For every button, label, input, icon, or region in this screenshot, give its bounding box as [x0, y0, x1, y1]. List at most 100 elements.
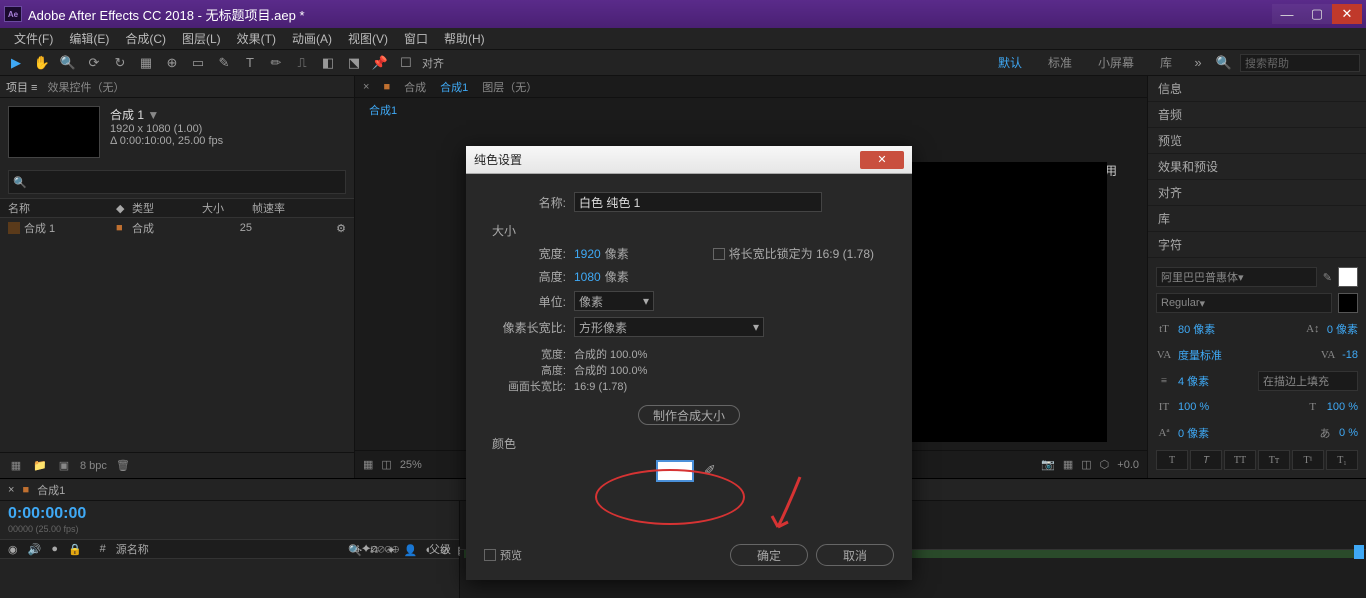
clone-tool-icon[interactable]: ⎍ [292, 53, 312, 73]
zoom-tool-icon[interactable]: 🔍 [58, 53, 78, 73]
subscript-button[interactable]: T₁ [1326, 450, 1358, 470]
puppet-tool-icon[interactable]: 📌 [370, 53, 390, 73]
comp-thumbnail[interactable] [8, 106, 100, 158]
timeline-tab-close-icon[interactable]: × [8, 484, 14, 496]
workspace-standard[interactable]: 标准 [1038, 52, 1082, 73]
shy-icon[interactable]: 👤 [404, 544, 418, 557]
project-search-input[interactable]: 🔍 [8, 170, 346, 194]
menu-comp[interactable]: 合成(C) [117, 28, 174, 49]
vscale-value[interactable]: 100 % [1178, 401, 1209, 413]
allcaps-button[interactable]: TT [1224, 450, 1256, 470]
workspace-small[interactable]: 小屏幕 [1088, 52, 1144, 73]
comp-breadcrumb[interactable]: 合成1 [369, 105, 397, 117]
eye-column-icon[interactable]: ◉ [8, 543, 18, 556]
tab-effect-controls[interactable]: 效果控件（无） [47, 79, 124, 95]
comp-panel-close-icon[interactable]: × [363, 81, 369, 93]
audio-column-icon[interactable]: 🔊 [28, 543, 42, 556]
font-style-select[interactable]: Regular▾ [1156, 293, 1332, 313]
dialog-close-button[interactable]: ✕ [860, 151, 904, 169]
search-layers-icon[interactable]: 🔍 [348, 544, 362, 557]
name-input[interactable]: 白色 纯色 1 [574, 192, 822, 212]
hand-tool-icon[interactable]: ✋ [32, 53, 52, 73]
tsume-value[interactable]: 0 % [1339, 427, 1358, 439]
current-timecode[interactable]: 0:00:00:00 [8, 505, 86, 522]
col-type[interactable]: 类型 [132, 200, 202, 216]
comp-flyout-icon[interactable]: ▼ [147, 108, 159, 122]
baseline-value[interactable]: 0 像素 [1178, 425, 1209, 441]
rotate-tool-icon[interactable]: ↻ [110, 53, 130, 73]
comp-mini-flow-icon[interactable]: ⎌ [370, 544, 379, 557]
playhead[interactable] [1354, 545, 1364, 559]
panel-align[interactable]: 对齐 [1148, 180, 1366, 206]
search-icon[interactable]: 🔍 [1214, 53, 1234, 73]
maximize-button[interactable]: ▢ [1302, 4, 1332, 24]
smallcaps-button[interactable]: Tᴛ [1258, 450, 1290, 470]
layer-tab[interactable]: 图层（无） [482, 79, 537, 95]
grid-toggle-icon[interactable]: ▦ [363, 458, 373, 471]
selection-tool-icon[interactable]: ▶ [6, 53, 26, 73]
faux-italic-button[interactable]: T [1190, 450, 1222, 470]
par-select[interactable]: 方形像素▾ [574, 317, 764, 337]
col-name[interactable]: 名称 [8, 200, 116, 216]
menu-file[interactable]: 文件(F) [6, 28, 61, 49]
panel-preview[interactable]: 预览 [1148, 128, 1366, 154]
tab-project[interactable]: 项目 ≡ [6, 79, 37, 95]
stroke-swatch[interactable] [1338, 293, 1358, 313]
label-column-icon[interactable]: 🔒 [68, 543, 82, 556]
height-value[interactable]: 1080 [574, 270, 601, 284]
leading-value[interactable]: 0 像素 [1327, 321, 1358, 337]
workspace-lib[interactable]: 库 [1150, 52, 1182, 73]
menu-help[interactable]: 帮助(H) [436, 28, 493, 49]
draft3d-icon[interactable]: ✦ [387, 544, 396, 557]
mask-toggle-icon[interactable]: ◫ [381, 458, 391, 471]
text-tool-icon[interactable]: T [240, 53, 260, 73]
color-swatch[interactable] [656, 460, 694, 482]
roto-tool-icon[interactable]: ⬔ [344, 53, 364, 73]
eraser-tool-icon[interactable]: ◧ [318, 53, 338, 73]
source-name-col[interactable]: 源名称 [116, 541, 149, 557]
exposure-value[interactable]: +0.0 [1117, 459, 1139, 471]
superscript-button[interactable]: T¹ [1292, 450, 1324, 470]
eyedropper-icon[interactable]: ✎ [1323, 271, 1332, 284]
kerning-value[interactable]: 度量标准 [1178, 347, 1222, 363]
stroke-mode-select[interactable]: 在描边上填充 [1258, 371, 1358, 391]
comp-tab-active[interactable]: 合成1 [440, 79, 468, 95]
new-comp-icon[interactable]: ▣ [56, 458, 72, 474]
label-color-icon[interactable]: ■ [116, 222, 132, 234]
search-help-input[interactable]: 搜索帮助 [1240, 54, 1360, 72]
workspace-more-icon[interactable]: » [1188, 53, 1208, 73]
panel-char[interactable]: 字符 [1148, 232, 1366, 258]
menu-anim[interactable]: 动画(A) [284, 28, 340, 49]
region-icon[interactable]: ◫ [1081, 458, 1091, 471]
3d-view-icon[interactable]: ⬡ [1100, 458, 1110, 471]
row-settings-icon[interactable]: ⚙ [336, 222, 346, 235]
close-button[interactable]: ✕ [1332, 4, 1362, 24]
anchor-tool-icon[interactable]: ⊕ [162, 53, 182, 73]
snap-checkbox[interactable]: ☐ [396, 53, 416, 73]
panel-info[interactable]: 信息 [1148, 76, 1366, 102]
stroke-width-value[interactable]: 4 像素 [1178, 373, 1209, 389]
shape-tool-icon[interactable]: ▭ [188, 53, 208, 73]
zoom-dropdown[interactable]: 25% [400, 459, 422, 471]
project-item-row[interactable]: 合成 1 ■ 合成 25 ⚙ [0, 218, 354, 238]
font-family-select[interactable]: 阿里巴巴普惠体▾ [1156, 267, 1317, 287]
delete-icon[interactable]: 🗑 [115, 458, 131, 474]
workspace-default[interactable]: 默认 [988, 52, 1032, 73]
col-fps[interactable]: 帧速率 [252, 200, 302, 216]
panel-effects[interactable]: 效果和预设 [1148, 154, 1366, 180]
new-folder-icon[interactable]: 📁 [32, 458, 48, 474]
menu-layer[interactable]: 图层(L) [174, 28, 229, 49]
composition-viewer[interactable] [907, 162, 1107, 442]
font-size-value[interactable]: 80 像素 [1178, 321, 1215, 337]
eyedropper-icon[interactable]: ✐ [704, 462, 722, 480]
fill-swatch[interactable] [1338, 267, 1358, 287]
tracking-value[interactable]: -18 [1342, 349, 1358, 361]
camera-tool-icon[interactable]: ▦ [136, 53, 156, 73]
faux-bold-button[interactable]: T [1156, 450, 1188, 470]
pen-tool-icon[interactable]: ✎ [214, 53, 234, 73]
col-size[interactable]: 大小 [202, 200, 252, 216]
frame-blend-icon[interactable]: ◐ [425, 544, 432, 556]
menu-view[interactable]: 视图(V) [340, 28, 396, 49]
menu-edit[interactable]: 编辑(E) [61, 28, 117, 49]
panel-audio[interactable]: 音频 [1148, 102, 1366, 128]
